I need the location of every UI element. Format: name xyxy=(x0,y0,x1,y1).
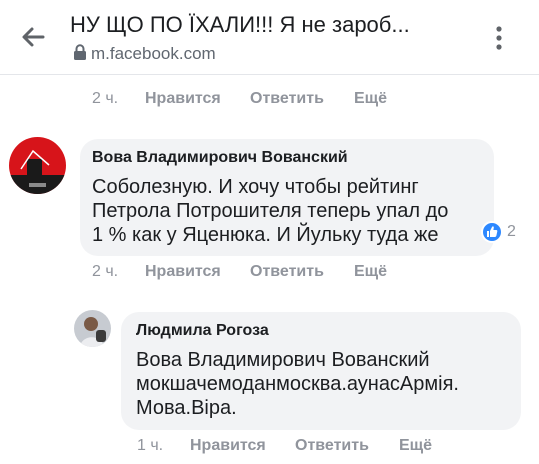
arrow-left-icon xyxy=(22,27,45,47)
url-text: m.facebook.com xyxy=(91,44,216,63)
reaction-count: 2 xyxy=(507,223,516,240)
url-bar[interactable]: m.facebook.com xyxy=(73,44,216,64)
comment-bubble[interactable]: Вова Владимирович Вованский Соболезную. … xyxy=(80,139,494,256)
comment-text: Вова Владимирович Вованский мокшачемодан… xyxy=(136,348,459,420)
like-link[interactable]: Нравится xyxy=(190,437,266,455)
avatar[interactable] xyxy=(9,137,66,194)
comment-text-line: Вова Владимирович Вованский xyxy=(136,349,430,371)
thumbs-up-icon xyxy=(481,221,503,243)
comment-author[interactable]: Вова Владимирович Вованский xyxy=(92,149,348,167)
avatar-image xyxy=(74,310,111,347)
reply-link[interactable]: Ответить xyxy=(250,90,324,108)
reaction-badge[interactable]: 2 xyxy=(481,221,539,243)
comment-time: 2 ч. xyxy=(92,263,119,280)
comment-text-line: Соболезную. И хочу чтобы рейтинг xyxy=(92,176,419,198)
comment-text-line: 1 % как у Яценюка. И Йульку туда же xyxy=(92,224,439,246)
reply-link[interactable]: Ответить xyxy=(295,437,369,455)
reply-bubble[interactable]: Людмила Рогоза Вова Владимирович Вованск… xyxy=(121,312,521,430)
reply-link[interactable]: Ответить xyxy=(250,263,324,281)
avatar-image xyxy=(9,137,66,194)
more-link[interactable]: Ещё xyxy=(399,437,432,455)
more-link[interactable]: Ещё xyxy=(354,263,387,281)
browser-top-bar: НУ ЩО ПО ЇХАЛИ!!! Я не зароб... m.facebo… xyxy=(0,0,539,75)
comment-author[interactable]: Людмила Рогоза xyxy=(136,322,269,340)
more-vertical-icon xyxy=(496,26,502,50)
comment-text: Соболезную. И хочу чтобы рейтинг Петрола… xyxy=(92,175,448,247)
comment-time: 1 ч. xyxy=(137,437,164,454)
comment-time: 2 ч. xyxy=(92,90,119,107)
page-title: НУ ЩО ПО ЇХАЛИ!!! Я не зароб... xyxy=(70,12,410,37)
more-menu-button[interactable] xyxy=(487,23,511,53)
avatar[interactable] xyxy=(74,310,111,347)
more-link[interactable]: Ещё xyxy=(354,90,387,108)
lock-icon xyxy=(74,44,86,60)
back-button[interactable] xyxy=(18,22,48,52)
comment-text-line: Петрола Потрошителя теперь упал до xyxy=(92,200,449,222)
like-link[interactable]: Нравится xyxy=(145,90,221,108)
like-link[interactable]: Нравится xyxy=(145,263,221,281)
comment-text-line: мокшачемоданмосква.аунасАрмія. xyxy=(136,373,459,395)
comment-text-line: Мова.Віра. xyxy=(136,397,237,419)
